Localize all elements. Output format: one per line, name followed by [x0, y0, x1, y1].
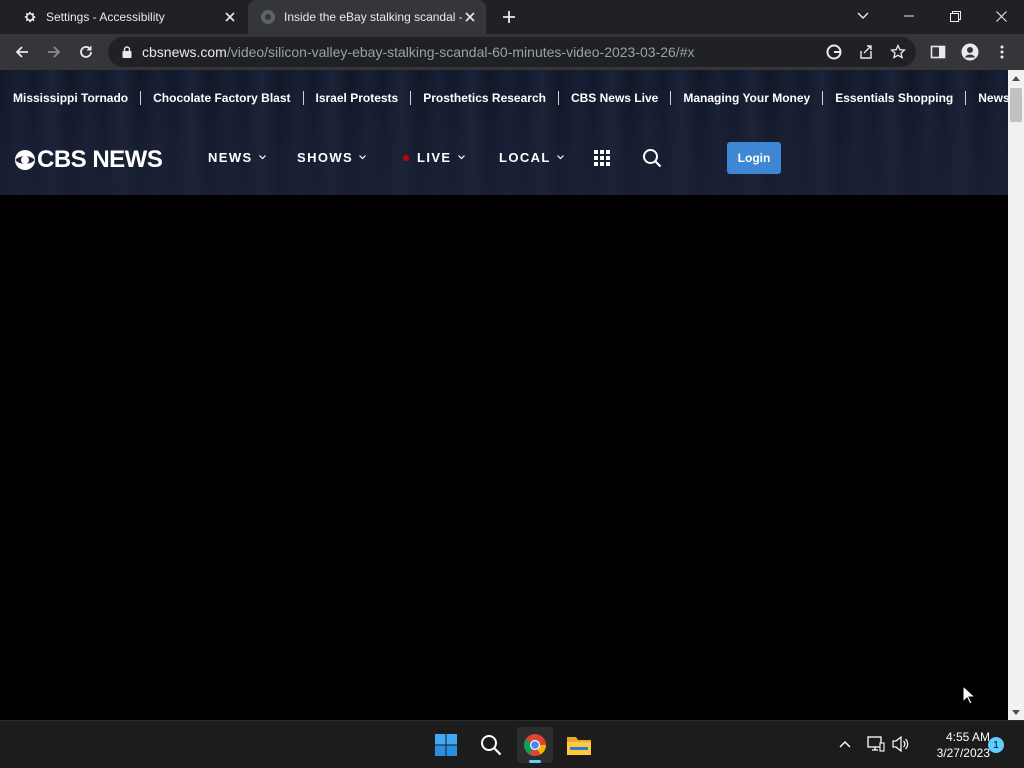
live-indicator-dot	[403, 154, 409, 161]
address-bar[interactable]: cbsnews.com/video/silicon-valley-ebay-st…	[108, 37, 916, 67]
share-icon[interactable]	[853, 39, 879, 65]
chevron-down-icon	[258, 154, 267, 162]
more-menu-icon[interactable]	[988, 38, 1016, 66]
trending-link[interactable]: Managing Your Money	[670, 91, 822, 105]
url-text[interactable]: cbsnews.com/video/silicon-valley-ebay-st…	[142, 44, 695, 60]
trending-topics-bar: Mississippi Tornado Chocolate Factory Bl…	[0, 84, 1008, 112]
google-lens-icon[interactable]	[821, 39, 847, 65]
nav-shows-label: SHOWS	[297, 150, 354, 165]
show-hidden-icons-chevron-up-icon[interactable]	[834, 733, 856, 755]
nav-news[interactable]: NEWS	[208, 150, 267, 165]
tab-ebay-video[interactable]: Inside the eBay stalking scandal -	[248, 0, 486, 34]
apps-grid-icon[interactable]	[593, 149, 611, 167]
main-nav: CBS NEWS NEWS SHOWS LIVE LOCAL Login	[0, 140, 1008, 176]
tab-settings[interactable]: Settings - Accessibility	[8, 0, 246, 34]
start-icon[interactable]	[428, 727, 464, 763]
login-button[interactable]: Login	[727, 142, 781, 174]
cbs-eye-icon	[15, 150, 35, 170]
url-path: /video/silicon-valley-ebay-stalking-scan…	[226, 44, 695, 60]
search-icon[interactable]	[642, 148, 662, 168]
clock-time: 4:55 AM	[945, 730, 990, 744]
trending-link[interactable]: Prosthetics Research	[410, 91, 558, 105]
video-player[interactable]	[0, 195, 1008, 720]
tab-title: Settings - Accessibility	[46, 10, 165, 24]
nav-local[interactable]: LOCAL	[499, 150, 565, 165]
network-icon[interactable]	[865, 733, 887, 755]
reload-icon[interactable]	[72, 38, 100, 66]
chevron-down-icon	[359, 154, 367, 162]
nav-live[interactable]: LIVE	[403, 150, 466, 165]
url-host: cbsnews.com	[142, 44, 227, 60]
chrome-icon[interactable]	[517, 727, 553, 763]
minimize-icon[interactable]	[886, 0, 932, 32]
system-clock[interactable]: 4:55 AM 3/27/2023	[918, 729, 990, 761]
file-explorer-icon[interactable]	[561, 727, 597, 763]
trending-link[interactable]: Newsle	[965, 91, 1008, 105]
forward-arrow-icon[interactable]	[40, 38, 68, 66]
cbs-favicon-icon	[260, 9, 276, 25]
lock-icon[interactable]	[120, 45, 134, 59]
windows-taskbar: 4:55 AM 3/27/2023 1	[0, 720, 1024, 768]
page-viewport: Mississippi Tornado Chocolate Factory Bl…	[0, 70, 1008, 720]
close-icon[interactable]	[222, 9, 238, 25]
trending-link[interactable]: Essentials Shopping	[822, 91, 965, 105]
chevron-down-icon	[457, 154, 466, 162]
scroll-down-arrow-icon[interactable]	[1008, 704, 1024, 720]
trending-link[interactable]: Chocolate Factory Blast	[140, 91, 302, 105]
back-arrow-icon[interactable]	[8, 38, 36, 66]
title-bar: Settings - Accessibility Inside the eBay…	[0, 0, 1024, 34]
trending-link[interactable]: CBS News Live	[557, 91, 670, 105]
scrollbar-thumb[interactable]	[1010, 88, 1022, 122]
nav-live-label: LIVE	[417, 150, 452, 165]
side-panel-icon[interactable]	[924, 38, 952, 66]
scroll-up-arrow-icon[interactable]	[1008, 70, 1024, 86]
site-header: Mississippi Tornado Chocolate Factory Bl…	[0, 70, 1008, 195]
close-icon[interactable]	[462, 9, 478, 25]
trending-link[interactable]: Israel Protests	[302, 91, 411, 105]
clock-date: 3/27/2023	[936, 746, 990, 760]
nav-local-label: LOCAL	[499, 150, 551, 165]
restore-icon[interactable]	[932, 0, 978, 32]
volume-icon[interactable]	[890, 733, 912, 755]
nav-shows[interactable]: SHOWS	[297, 150, 367, 165]
search-icon[interactable]	[473, 727, 509, 763]
new-tab-button[interactable]	[499, 7, 519, 27]
chevron-down-icon	[556, 154, 565, 162]
browser-toolbar: cbsnews.com/video/silicon-valley-ebay-st…	[0, 34, 1024, 70]
nav-news-label: NEWS	[208, 150, 253, 165]
close-window-icon[interactable]	[978, 0, 1024, 32]
active-app-indicator	[529, 760, 541, 763]
mouse-cursor-icon	[962, 685, 976, 705]
notification-badge[interactable]: 1	[988, 737, 1004, 753]
cbs-news-logo[interactable]: CBS NEWS	[14, 146, 163, 174]
tab-search-chevron-down-icon[interactable]	[840, 0, 886, 32]
logo-text: CBS NEWS	[37, 146, 163, 173]
bookmark-star-icon[interactable]	[885, 39, 911, 65]
gear-icon	[22, 9, 38, 25]
trending-link[interactable]: Mississippi Tornado	[0, 91, 140, 105]
tab-title: Inside the eBay stalking scandal -	[284, 10, 462, 24]
page-scrollbar[interactable]	[1008, 70, 1024, 720]
profile-avatar-icon[interactable]	[956, 38, 984, 66]
